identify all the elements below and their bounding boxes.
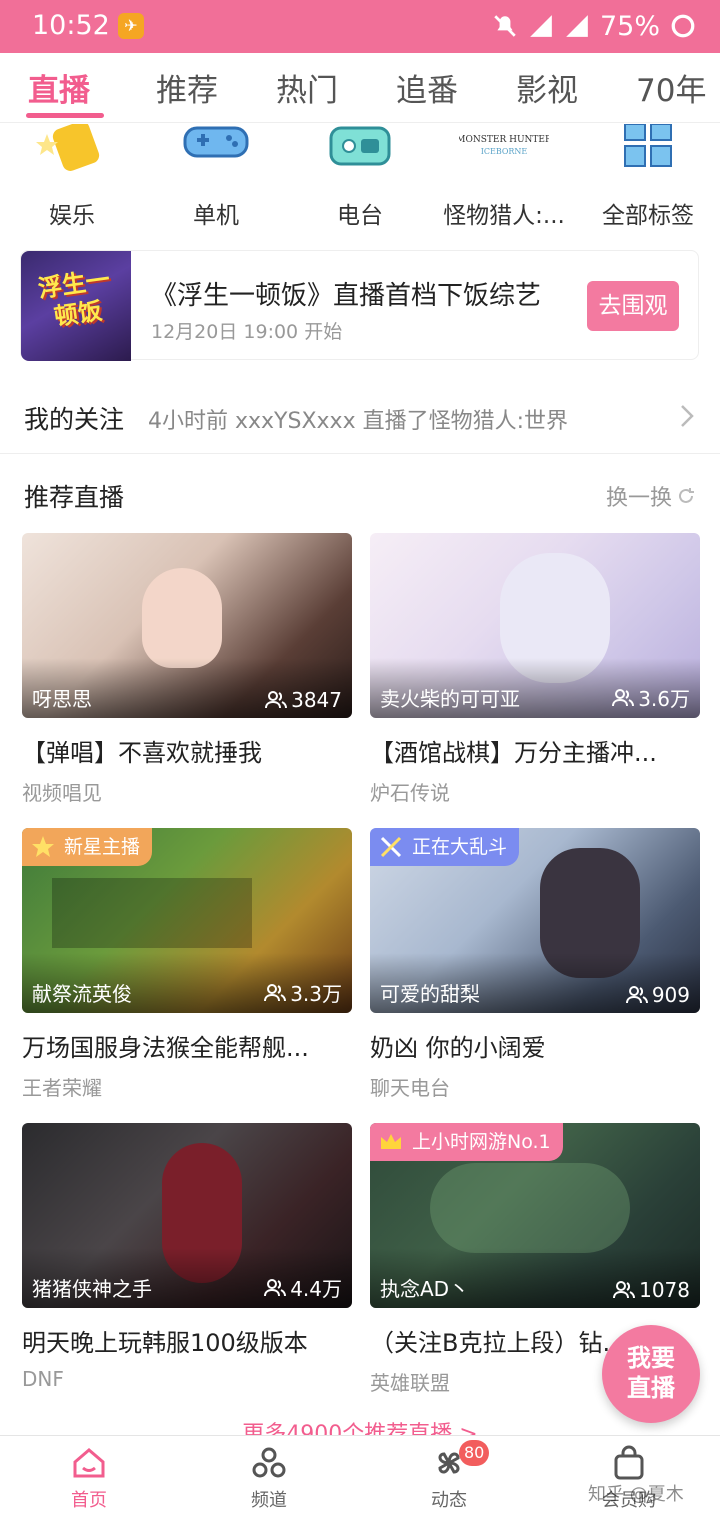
viewers-icon: [625, 986, 648, 1004]
stream-badge: 新星主播: [22, 828, 153, 866]
follow-label: 我的关注: [24, 405, 125, 434]
stream-badge: 正在大乱斗: [370, 828, 520, 866]
star-icon: [32, 836, 54, 857]
tab-recommend[interactable]: 推荐: [156, 65, 218, 110]
signal-4g-icon: [530, 15, 552, 37]
stream-thumbnail: 新星主播 献祭流英俊 3.3万: [22, 828, 352, 1013]
stream-card[interactable]: 卖火柴的可可亚 3.6万 【酒馆战棋】万分主播冲... 炉石传说: [370, 533, 700, 805]
viewer-count: 3.3万: [264, 978, 342, 1007]
event-banner[interactable]: 浮生一顿饭 《浮生一顿饭》直播首档下饭综艺 12月20日 19:00 开始 去围…: [20, 250, 699, 361]
viewers-icon: [613, 1281, 636, 1299]
follow-info: 4小时前 xxxYSXxxx 直播了怪物猎人:世界: [148, 409, 568, 434]
viewer-count: 3.6万: [612, 683, 690, 712]
battery-level: 75%: [599, 10, 660, 42]
my-follow-row[interactable]: 我的关注 4小时前 xxxYSXxxx 直播了怪物猎人:世界: [0, 380, 720, 454]
svg-text:ICEBORNE: ICEBORNE: [481, 147, 528, 156]
streamer-name: 猪猪侠神之手: [32, 1277, 152, 1301]
status-bar: 10:52 ✈ 75%: [0, 0, 720, 53]
svg-text:MONSTER HUNTER: MONSTER HUNTER: [459, 135, 549, 145]
tab-hot[interactable]: 热门: [276, 65, 338, 110]
entertainment-icon: [36, 121, 100, 171]
viewers-icon: [612, 688, 635, 706]
tab-movies[interactable]: 影视: [516, 65, 578, 110]
viewer-count: 909: [625, 983, 690, 1007]
section-title: 推荐直播: [24, 483, 125, 512]
category-radio[interactable]: 电台: [295, 124, 425, 230]
tab-70-years[interactable]: 70年: [636, 65, 706, 110]
viewers-icon: [264, 1278, 287, 1296]
category-single-player[interactable]: 单机: [151, 124, 281, 230]
stream-thumbnail: 猪猪侠神之手 4.4万: [22, 1123, 352, 1308]
chevron-right-icon: [681, 405, 694, 427]
notification-app-icon: ✈: [118, 13, 144, 39]
tab-anime[interactable]: 追番: [396, 65, 458, 110]
stream-title: 万场国服身法猴全能帮舰...: [22, 1034, 309, 1062]
battery-icon: [671, 14, 695, 38]
gamepad-icon: [183, 126, 249, 158]
nav-activity[interactable]: 动态 80: [389, 1440, 509, 1512]
stream-category: 炉石传说: [370, 781, 450, 805]
stream-thumbnail: 卖火柴的可可亚 3.6万: [370, 533, 700, 718]
radio-icon: [329, 126, 391, 166]
streamer-name: 执念AD丶: [380, 1277, 470, 1301]
category-entertainment[interactable]: 娱乐: [7, 121, 137, 230]
stream-category: 聊天电台: [370, 1076, 450, 1100]
streamer-name: 献祭流英俊: [32, 982, 132, 1006]
refresh-button[interactable]: 换一换: [606, 480, 696, 512]
nav-home[interactable]: 首页: [29, 1444, 149, 1512]
go-live-button[interactable]: 我要 直播: [602, 1325, 700, 1423]
stream-title: 明天晚上玩韩服100级版本: [22, 1329, 308, 1357]
streamer-name: 卖火柴的可可亚: [380, 687, 520, 711]
stream-title: 【酒馆战棋】万分主播冲...: [370, 739, 657, 767]
stream-category: 英雄联盟: [370, 1371, 450, 1395]
viewer-count: 4.4万: [264, 1273, 342, 1302]
all-tags-icon: [624, 123, 672, 167]
category-monster-hunter[interactable]: MONSTER HUNTER ICEBORNE 怪物猎人:...: [439, 124, 569, 230]
viewers-icon: [265, 691, 288, 709]
stream-category: 王者荣耀: [22, 1076, 102, 1100]
stream-title: 【弹唱】不喜欢就捶我: [22, 739, 262, 767]
monster-hunter-logo: MONSTER HUNTER ICEBORNE: [456, 135, 552, 156]
channels-icon: [252, 1447, 286, 1478]
bottom-navigation: 首页 频道 动态 80 会员购: [0, 1435, 720, 1520]
crossed-swords-icon: [380, 836, 402, 858]
tab-live[interactable]: 直播: [28, 65, 90, 110]
viewer-count: 3847: [265, 688, 342, 712]
viewer-count: 1078: [613, 1278, 690, 1302]
top-tabs: 直播 推荐 热门 追番 影视 70年: [0, 53, 720, 123]
status-time: 10:52: [32, 10, 110, 41]
nav-channels[interactable]: 频道: [209, 1444, 329, 1512]
watch-event-button[interactable]: 去围观: [587, 281, 679, 331]
stream-badge: 上小时网游No.1: [370, 1123, 563, 1161]
streamer-name: 可爱的甜梨: [380, 982, 480, 1006]
active-tab-indicator: [26, 113, 104, 118]
event-thumbnail: 浮生一顿饭: [21, 251, 131, 361]
stream-thumbnail: 上小时网游No.1 执念AD丶 1078: [370, 1123, 700, 1308]
stream-thumbnail: 呀思思 3847: [22, 533, 352, 718]
refresh-icon: [679, 488, 694, 503]
streamer-name: 呀思思: [32, 687, 92, 711]
stream-card[interactable]: 猪猪侠神之手 4.4万 明天晚上玩韩服100级版本 DNF: [22, 1123, 352, 1393]
watermark: 知乎 @夏木: [588, 1484, 684, 1505]
stream-card[interactable]: 正在大乱斗 可爱的甜梨 909 奶凶 你的小阔爱 聊天电台: [370, 828, 700, 1100]
event-title: 《浮生一顿饭》直播首档下饭综艺: [151, 281, 542, 311]
stream-card[interactable]: 新星主播 献祭流英俊 3.3万 万场国服身法猴全能帮舰... 王者荣耀: [22, 828, 352, 1100]
mute-bell-icon: [494, 15, 516, 37]
notification-count-badge: 80: [459, 1440, 490, 1466]
stream-card[interactable]: 呀思思 3847 【弹唱】不喜欢就捶我 视频唱见: [22, 533, 352, 805]
viewers-icon: [264, 983, 287, 1001]
category-all-tags[interactable]: 全部标签: [583, 123, 713, 230]
signal-icon: [566, 15, 588, 37]
shopping-bag-icon: [614, 1445, 644, 1480]
stream-category: 视频唱见: [22, 781, 102, 805]
home-icon: [73, 1448, 105, 1478]
status-indicators: 75%: [492, 8, 696, 44]
stream-title: 奶凶 你的小阔爱: [370, 1034, 546, 1062]
crown-icon: [381, 1134, 401, 1149]
event-time: 12月20日 19:00 开始: [151, 321, 343, 343]
stream-category: DNF: [22, 1367, 64, 1391]
stream-thumbnail: 正在大乱斗 可爱的甜梨 909: [370, 828, 700, 1013]
